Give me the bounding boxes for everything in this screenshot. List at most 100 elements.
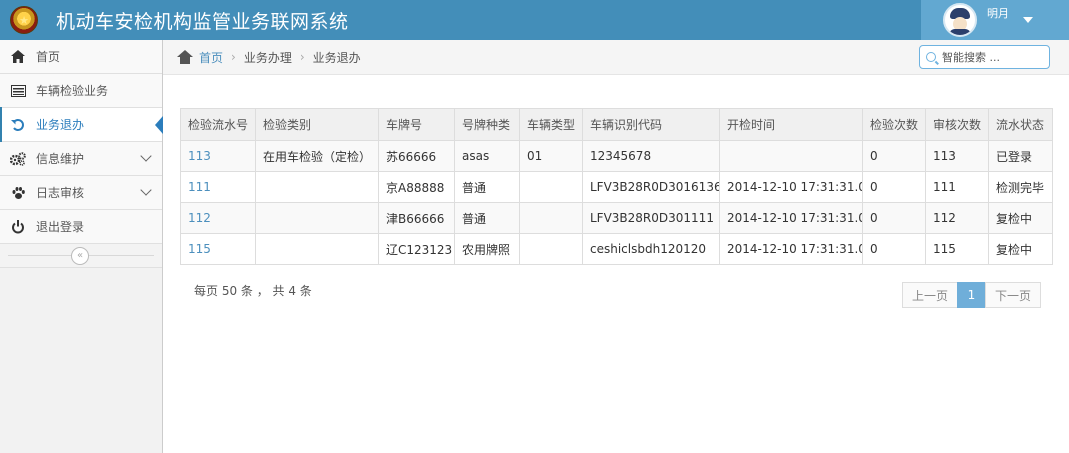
serial-number-link[interactable]: 113 [180, 140, 256, 172]
column-header[interactable]: 号牌种类 [454, 108, 520, 141]
table-cell: 辽C123123 [378, 233, 455, 265]
brand: ★ 机动车安检机构监管业务联网系统 [10, 0, 349, 40]
column-header[interactable]: 开检时间 [719, 108, 863, 141]
table-cell: 普通 [454, 171, 520, 203]
table-cell: 0 [862, 233, 926, 265]
sidebar-item-label: 首页 [36, 50, 61, 64]
sidebar-item-info-maintenance[interactable]: 信息维护 [0, 142, 162, 176]
column-header[interactable]: 检验类别 [255, 108, 379, 141]
table-cell: 复检中 [988, 202, 1053, 234]
home-icon [10, 49, 26, 65]
list-icon [10, 83, 26, 99]
sidebar: 首页 车辆检验业务 业务退办 信息维护 日志审核 退出登录 « [0, 40, 163, 453]
power-icon [10, 219, 26, 235]
column-header[interactable]: 车辆识别代码 [582, 108, 720, 141]
table-cell [519, 171, 583, 203]
breadcrumb-separator: › [231, 50, 236, 64]
table-row: 113 在用车检验（定检） 苏66666 asas 01 12345678 0 … [180, 140, 1053, 172]
breadcrumb: 首页 › 业务办理 › 业务退办 [163, 40, 1069, 75]
paw-icon [10, 185, 26, 201]
table-cell: asas [454, 140, 520, 172]
sidebar-item-log-audit[interactable]: 日志审核 [0, 176, 162, 210]
app-title: 机动车安检机构监管业务联网系统 [56, 10, 349, 33]
table-cell: 113 [925, 140, 989, 172]
next-page-button[interactable]: 下一页 [985, 282, 1041, 308]
current-page-button[interactable]: 1 [957, 282, 986, 308]
user-avatar [943, 3, 977, 37]
breadcrumb-current: 业务退办 [312, 50, 361, 65]
table-cell [255, 233, 379, 265]
table-cell: 2014-12-10 17:31:31.0 [719, 233, 863, 265]
sidebar-item-label: 退出登录 [36, 220, 85, 234]
gears-icon [10, 151, 26, 167]
table-cell: 112 [925, 202, 989, 234]
search-icon [926, 52, 936, 62]
table-cell: LFV3B28R0D3016136 [582, 171, 720, 203]
table-cell: 115 [925, 233, 989, 265]
serial-number-link[interactable]: 115 [180, 233, 256, 265]
chevron-down-icon[interactable] [140, 150, 152, 162]
table-header-row: 检验流水号 检验类别 车牌号 号牌种类 车辆类型 车辆识别代码 开检时间 检验次… [180, 108, 1053, 141]
table-row: 115 辽C123123 农用牌照 ceshiclsbdh120120 2014… [180, 233, 1053, 265]
table-cell: 0 [862, 202, 926, 234]
table-cell [519, 233, 583, 265]
table-cell [719, 140, 863, 172]
sidebar-item-label: 业务退办 [36, 118, 85, 132]
search-input[interactable] [942, 50, 1042, 64]
column-header[interactable]: 车辆类型 [519, 108, 583, 141]
home-icon[interactable] [177, 50, 193, 64]
table-cell: 苏66666 [378, 140, 455, 172]
column-header[interactable]: 检验次数 [862, 108, 926, 141]
table-cell: 12345678 [582, 140, 720, 172]
caret-down-icon[interactable] [1023, 17, 1033, 23]
pagination: 上一页 1 下一页 [902, 282, 1041, 308]
table-cell: LFV3B28R0D301111 [582, 202, 720, 234]
table-cell: 在用车检验（定检） [255, 140, 379, 172]
table-cell: 检测完毕 [988, 171, 1053, 203]
sidebar-collapse-bar: « [0, 244, 162, 268]
table-cell: 0 [862, 171, 926, 203]
sidebar-item-vehicle-inspection[interactable]: 车辆检验业务 [0, 74, 162, 108]
table-cell [255, 171, 379, 203]
sidebar-item-home[interactable]: 首页 [0, 40, 162, 74]
table-cell [519, 202, 583, 234]
table-cell: 农用牌照 [454, 233, 520, 265]
table-cell [255, 202, 379, 234]
column-header[interactable]: 车牌号 [378, 108, 455, 141]
inspection-table: 检验流水号 检验类别 车牌号 号牌种类 车辆类型 车辆识别代码 开检时间 检验次… [180, 108, 1053, 265]
chevron-down-icon[interactable] [140, 184, 152, 196]
table-cell: 复检中 [988, 233, 1053, 265]
table-cell: 01 [519, 140, 583, 172]
sidebar-item-logout[interactable]: 退出登录 [0, 210, 162, 244]
undo-icon [10, 117, 26, 133]
sidebar-item-business-return[interactable]: 业务退办 [0, 107, 163, 142]
table-cell: 111 [925, 171, 989, 203]
sidebar-collapse-button[interactable]: « [71, 247, 89, 265]
column-header[interactable]: 流水状态 [988, 108, 1053, 141]
breadcrumb-business-handling: 业务办理 [243, 50, 292, 65]
column-header[interactable]: 审核次数 [925, 108, 989, 141]
search-box[interactable] [919, 45, 1050, 69]
user-menu[interactable]: 明月 [921, 0, 1069, 40]
breadcrumb-separator: › [299, 50, 305, 64]
table-cell: 0 [862, 140, 926, 172]
prev-page-button[interactable]: 上一页 [902, 282, 958, 308]
user-name: 明月 [987, 7, 1009, 20]
sidebar-item-label: 车辆检验业务 [36, 84, 109, 98]
table-cell: 普通 [454, 202, 520, 234]
table-cell: 已登录 [988, 140, 1053, 172]
top-navbar: ★ 机动车安检机构监管业务联网系统 明月 [0, 0, 1069, 40]
table-cell: 津B66666 [378, 202, 455, 234]
sidebar-item-label: 信息维护 [36, 152, 85, 166]
breadcrumb-home[interactable]: 首页 [199, 49, 223, 66]
serial-number-link[interactable]: 111 [180, 171, 256, 203]
table-cell: 京A88888 [378, 171, 455, 203]
police-emblem-logo: ★ [10, 6, 38, 34]
inspection-table-container: 检验流水号 检验类别 车牌号 号牌种类 车辆类型 车辆识别代码 开检时间 检验次… [180, 108, 1053, 265]
table-cell: 2014-12-10 17:31:31.0 [719, 171, 863, 203]
serial-number-link[interactable]: 112 [180, 202, 256, 234]
sidebar-item-label: 日志审核 [36, 186, 85, 200]
table-row: 111 京A88888 普通 LFV3B28R0D3016136 2014-12… [180, 171, 1053, 203]
column-header[interactable]: 检验流水号 [180, 108, 256, 141]
table-cell: 2014-12-10 17:31:31.0 [719, 202, 863, 234]
